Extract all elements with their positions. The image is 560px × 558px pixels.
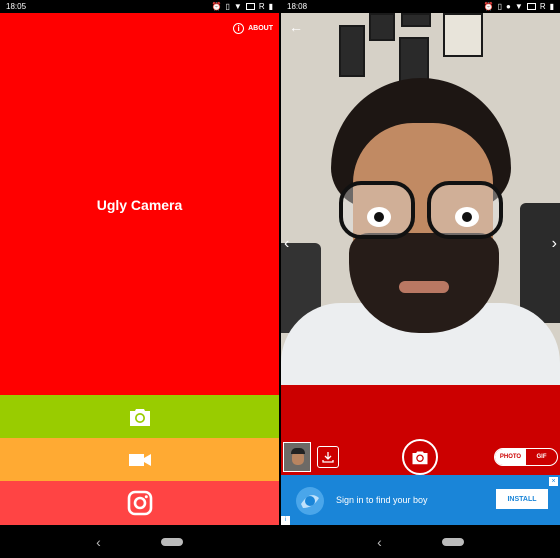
camera-controls: PHOTO GIF [281, 385, 560, 475]
location-icon: ● [506, 1, 511, 11]
install-button[interactable]: INSTALL [496, 489, 548, 509]
navigation-bar: ‹ [0, 526, 279, 558]
eye-right [455, 207, 479, 227]
shutter-button[interactable] [402, 439, 438, 475]
video-camera-icon [128, 453, 151, 466]
ad-text: Sign in to find your boy [336, 495, 428, 505]
wifi-icon: ▼ [514, 1, 523, 11]
toggle-gif-option[interactable]: GIF [526, 449, 557, 465]
ad-choices-icon[interactable]: i [281, 516, 290, 525]
previous-filter-icon[interactable]: ‹ [284, 235, 289, 253]
chair-right [520, 203, 560, 323]
glasses-lens-left [339, 181, 415, 239]
instagram-icon [127, 490, 152, 516]
eye-left [367, 207, 391, 227]
signal-icon [526, 3, 536, 10]
glasses-lens-right [427, 181, 503, 239]
left-phone-screen: 18:05 ⏰ ▯ ▼ R ▮ i ABOUT Ugly Camera ‹ [0, 0, 279, 558]
instagram-share-button[interactable] [0, 481, 279, 525]
last-photo-thumbnail[interactable] [283, 442, 311, 472]
vibrate-icon: ▯ [497, 1, 503, 11]
video-mode-button[interactable] [0, 438, 279, 481]
nav-back-icon[interactable]: ‹ [96, 535, 101, 549]
status-time: 18:08 [287, 2, 308, 11]
app-title: Ugly Camera [96, 197, 183, 213]
navigation-bar: ‹ [281, 526, 560, 558]
nav-home-button[interactable] [441, 538, 464, 546]
save-button[interactable] [317, 446, 339, 468]
wall-frame [369, 13, 395, 41]
next-filter-icon[interactable]: › [552, 235, 557, 253]
wall-frame [443, 13, 483, 57]
battery-icon: ▮ [549, 1, 554, 11]
download-icon [322, 452, 334, 463]
alarm-icon: ⏰ [211, 1, 222, 11]
signal-icon [245, 3, 255, 10]
photo-gif-toggle: PHOTO GIF [494, 448, 558, 466]
roaming-icon: R [539, 1, 546, 11]
camera-preview[interactable]: ← ‹ › [281, 13, 560, 385]
vibrate-icon: ▯ [225, 1, 230, 11]
alarm-icon: ⏰ [483, 1, 494, 11]
wall-frame [339, 25, 365, 77]
wall-frame [401, 13, 431, 27]
roaming-icon: R [258, 1, 265, 11]
ad-close-icon[interactable]: × [549, 477, 558, 486]
camera-icon [129, 408, 150, 426]
photo-mode-button[interactable] [0, 395, 279, 438]
wall-frame [399, 37, 429, 83]
back-arrow-icon[interactable]: ← [289, 19, 303, 35]
about-button[interactable]: i ABOUT [233, 23, 273, 34]
info-icon: i [233, 23, 245, 34]
status-time: 18:05 [6, 2, 27, 11]
status-bar: 18:08 ⏰ ▯ ● ▼ R ▮ [281, 0, 560, 13]
camera-icon [412, 451, 428, 464]
status-bar: 18:05 ⏰ ▯ ▼ R ▮ [0, 0, 279, 13]
nav-home-button[interactable] [160, 538, 183, 546]
ad-app-logo-icon [296, 487, 324, 515]
ad-banner[interactable]: Sign in to find your boy INSTALL i × [281, 475, 560, 525]
about-label: ABOUT [248, 25, 273, 32]
wifi-icon: ▼ [233, 1, 242, 11]
toggle-photo-option[interactable]: PHOTO [495, 449, 526, 465]
nav-back-icon[interactable]: ‹ [377, 535, 382, 549]
right-phone-screen: 18:08 ⏰ ▯ ● ▼ R ▮ ← ‹ › PHOTO GIF Sign i… [281, 0, 560, 558]
person-mouth [399, 281, 449, 293]
splash-screen: i ABOUT Ugly Camera [0, 13, 279, 395]
battery-icon: ▮ [268, 1, 273, 11]
